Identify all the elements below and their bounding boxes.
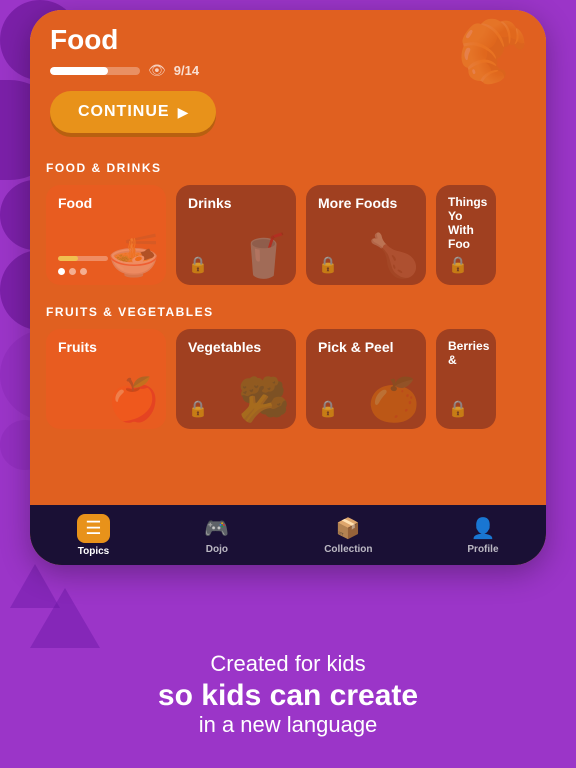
app-content: 🥐 Food 👁 9/14 CONTINUE ▶ FOOD & DRINKS (30, 10, 546, 565)
lock-icon-berries: 🔒 (448, 399, 468, 419)
card-food-dots (58, 268, 87, 275)
card-food-label: Food (58, 195, 92, 211)
progress-text: 9/14 (174, 63, 199, 78)
nav-collection[interactable]: 📦 Collection (310, 510, 386, 561)
category-food-drinks: FOOD & DRINKS Food 🍜 (30, 149, 546, 293)
lock-icon-drinks: 🔒 (188, 255, 208, 275)
progress-fill (50, 67, 108, 75)
nav-profile[interactable]: 👤 Profile (453, 510, 512, 561)
card-drinks-icon: 🥤 (238, 232, 290, 281)
card-pick-peel-icon: 🍊 (368, 376, 420, 425)
card-things-label: Things YoWith Foo (448, 195, 496, 251)
nav-dojo-label: Dojo (206, 544, 228, 555)
lock-icon-things: 🔒 (448, 255, 468, 275)
category-label-fruits-veg: FRUITS & VEGETABLES (30, 305, 546, 319)
card-fruits-label: Fruits (58, 339, 97, 355)
continue-label: CONTINUE (78, 103, 170, 121)
profile-icon: 👤 (471, 516, 496, 541)
categories-scroll: FOOD & DRINKS Food 🍜 (30, 149, 546, 497)
card-food[interactable]: Food 🍜 (46, 185, 166, 285)
card-vegetables-icon: 🥦 (238, 376, 290, 425)
card-more-foods-label: More Foods (318, 195, 397, 211)
card-berries[interactable]: Berries & 🔒 (436, 329, 496, 429)
progress-row: 👁 9/14 (50, 62, 526, 79)
card-vegetables-label: Vegetables (188, 339, 261, 355)
tagline-line2: so kids can create (20, 679, 556, 712)
card-food-icon: 🍜 (108, 232, 160, 281)
fruits-veg-cards: Fruits 🍎 Vegetables 🔒 🥦 Pick & Peel 🔒 🍊 (30, 329, 546, 429)
card-pick-peel-label: Pick & Peel (318, 339, 394, 355)
device-frame: 🥐 Food 👁 9/14 CONTINUE ▶ FOOD & DRINKS (30, 10, 546, 565)
topics-icon: ☰ (77, 514, 109, 543)
progress-bar (50, 67, 140, 75)
nav-topics[interactable]: ☰ Topics (63, 508, 123, 563)
card-pick-peel[interactable]: Pick & Peel 🔒 🍊 (306, 329, 426, 429)
card-food-progress (58, 256, 108, 261)
card-things[interactable]: Things YoWith Foo 🔒 (436, 185, 496, 285)
card-berries-label: Berries & (448, 339, 496, 367)
triangle-decoration-2 (10, 564, 60, 608)
eye-icon: 👁 (148, 62, 166, 79)
card-more-foods-icon: 🍗 (368, 232, 420, 281)
bottom-nav: ☰ Topics 🎮 Dojo 📦 Collection 👤 Profile (30, 505, 546, 565)
card-fruits[interactable]: Fruits 🍎 (46, 329, 166, 429)
category-label-food-drinks: FOOD & DRINKS (30, 161, 546, 175)
lock-icon-pick-peel: 🔒 (318, 399, 338, 419)
lock-icon-vegetables: 🔒 (188, 399, 208, 419)
category-fruits-veg: FRUITS & VEGETABLES Fruits 🍎 Vegetables … (30, 293, 546, 437)
card-drinks-label: Drinks (188, 195, 232, 211)
nav-dojo[interactable]: 🎮 Dojo (190, 510, 243, 561)
continue-button[interactable]: CONTINUE ▶ (50, 91, 216, 133)
tagline-line1: Created for kids (20, 651, 556, 677)
tagline-line3: in a new language (20, 712, 556, 738)
bottom-tagline: Created for kids so kids can create in a… (0, 651, 576, 738)
nav-topics-label: Topics (78, 546, 109, 557)
nav-profile-label: Profile (467, 544, 498, 555)
food-drinks-cards: Food 🍜 Drinks 🔒 (30, 185, 546, 285)
card-fruits-icon: 🍎 (108, 376, 160, 425)
card-drinks[interactable]: Drinks 🔒 🥤 (176, 185, 296, 285)
card-more-foods[interactable]: More Foods 🔒 🍗 (306, 185, 426, 285)
card-vegetables[interactable]: Vegetables 🔒 🥦 (176, 329, 296, 429)
play-icon: ▶ (178, 104, 189, 121)
collection-icon: 📦 (336, 516, 361, 541)
nav-collection-label: Collection (324, 544, 372, 555)
lock-icon-more-foods: 🔒 (318, 255, 338, 275)
dojo-icon: 🎮 (204, 516, 229, 541)
